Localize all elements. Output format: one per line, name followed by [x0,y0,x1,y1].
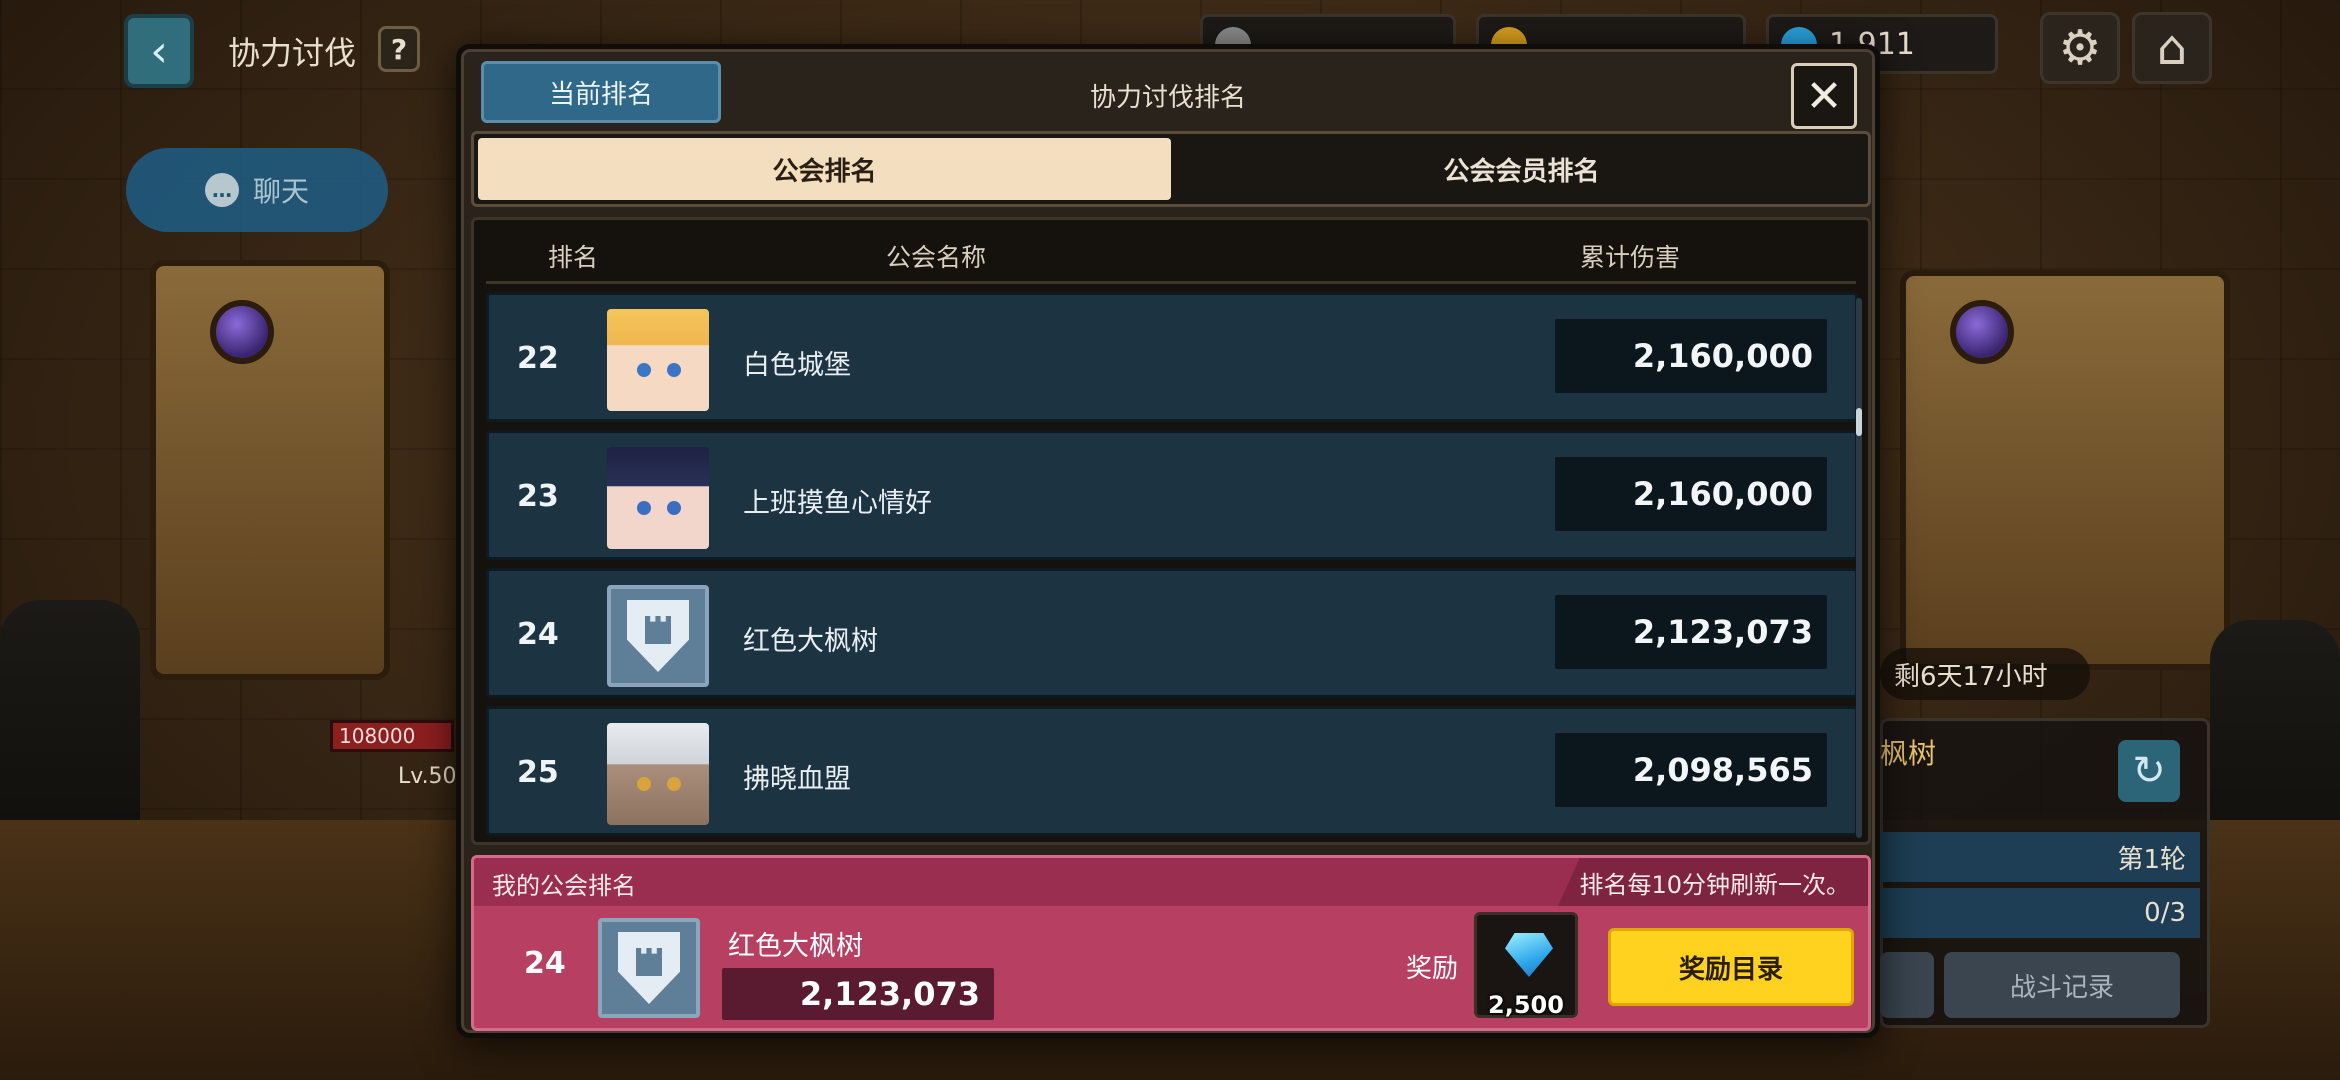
reward-item[interactable]: 2,500 [1474,912,1578,1019]
row-guild-name: 拂晓血盟 [743,764,851,795]
guild-avatar-portrait [607,723,709,825]
column-rank: 排名 [548,243,599,272]
close-button[interactable]: ✕ [1791,63,1857,129]
close-icon: ✕ [1805,70,1843,122]
guild-avatar-portrait [607,447,709,549]
diamond-icon [1505,933,1553,977]
refresh-note: 排名每10分钟刷新一次。 [1558,858,1868,906]
row-guild-name: 白色城堡 [743,350,851,381]
column-damage: 累计伤害 [1580,243,1681,272]
my-guild-rank: 24 [524,946,566,981]
modal-title: 协力讨伐排名 [1089,83,1246,113]
battle-log-button[interactable]: 战斗记录 [1944,952,2180,1018]
chat-bubble-icon: … [204,173,239,207]
my-guild-damage: 2,123,073 [722,968,994,1020]
home-button[interactable]: ⌂ [2132,12,2212,84]
ranking-list-header: 排名 公会名称 累计伤害 [486,220,1856,284]
chat-label: 聊天 [252,175,309,208]
refresh-icon: ↻ [2132,748,2166,794]
my-guild-name: 红色大枫树 [728,931,863,962]
refresh-button[interactable]: ↻ [2118,740,2180,802]
attempts-counter: 0/3 [1880,888,2200,938]
event-timer: 剩6天17小时 [1880,648,2090,700]
my-guild-ranking-bar: 我的公会排名 排名每10分钟刷新一次。 24 红色大枫树 2,123,073 奖… [471,855,1871,1031]
back-button[interactable]: ‹ [124,14,194,88]
guild-shield-icon [607,585,709,687]
row-rank: 22 [517,341,559,376]
home-icon: ⌂ [2156,20,2188,76]
reward-label: 奖励 [1406,954,1459,984]
round-indicator: 第1轮 [1880,832,2200,882]
row-rank: 24 [517,617,559,652]
row-rank: 23 [517,479,559,514]
my-guild-label: 我的公会排名 [492,872,636,900]
settings-button[interactable]: ⚙ [2040,12,2120,84]
temple-orb [210,300,274,364]
scrollbar-thumb[interactable] [1856,408,1862,436]
row-guild-name: 上班摸鱼心情好 [743,488,932,519]
gear-icon: ⚙ [2058,20,2102,76]
ranking-row[interactable]: 22 白色城堡 2,160,000 [486,292,1858,422]
my-guild-shield-icon [598,918,700,1018]
row-rank: 25 [517,755,559,790]
row-damage: 2,098,565 [1555,733,1827,807]
ranking-modal: 当前排名 协力讨伐排名 ✕ 公会排名 公会会员排名 排名 公会名称 累计伤害 2… [456,44,1880,1038]
ranking-row[interactable]: 24 红色大枫树 2,123,073 [486,568,1858,698]
row-damage: 2,160,000 [1555,319,1827,393]
tab-member-ranking[interactable]: 公会会员排名 [1175,134,1868,204]
help-button[interactable]: ? [378,26,420,72]
ranking-list[interactable]: 排名 公会名称 累计伤害 22 白色城堡 2,160,000 23 上班摸鱼心情… [471,217,1871,845]
screen-title: 协力讨伐 [228,34,357,72]
castle-icon [645,616,671,644]
boss-hp-bar: 108000 [330,720,454,752]
side-action-button[interactable] [1880,952,1934,1018]
guild-avatar-portrait [607,309,709,411]
row-damage: 2,160,000 [1555,457,1827,531]
boss-level: Lv.50 [398,764,457,789]
raid-guild-label: 枫树 [1880,737,1937,770]
ranking-scrollbar[interactable] [1856,298,1862,838]
tab-guild-ranking[interactable]: 公会排名 [478,138,1171,200]
temple-orb [1950,300,2014,364]
ranking-row[interactable]: 23 上班摸鱼心情好 2,160,000 [486,430,1858,560]
chat-button[interactable]: … 聊天 [126,148,388,232]
ranking-segment-control: 公会排名 公会会员排名 [471,131,1871,207]
reward-list-button[interactable]: 奖励目录 [1608,928,1854,1006]
castle-icon [636,948,662,976]
reward-quantity: 2,500 [1488,991,1564,1019]
chevron-left-icon: ‹ [150,25,168,77]
ranking-row[interactable]: 25 拂晓血盟 2,098,565 [486,706,1858,836]
row-guild-name: 红色大枫树 [743,626,878,657]
row-damage: 2,123,073 [1555,595,1827,669]
modal-header: 当前排名 协力讨伐排名 ✕ [471,57,1865,129]
column-guild-name: 公会名称 [886,243,987,272]
